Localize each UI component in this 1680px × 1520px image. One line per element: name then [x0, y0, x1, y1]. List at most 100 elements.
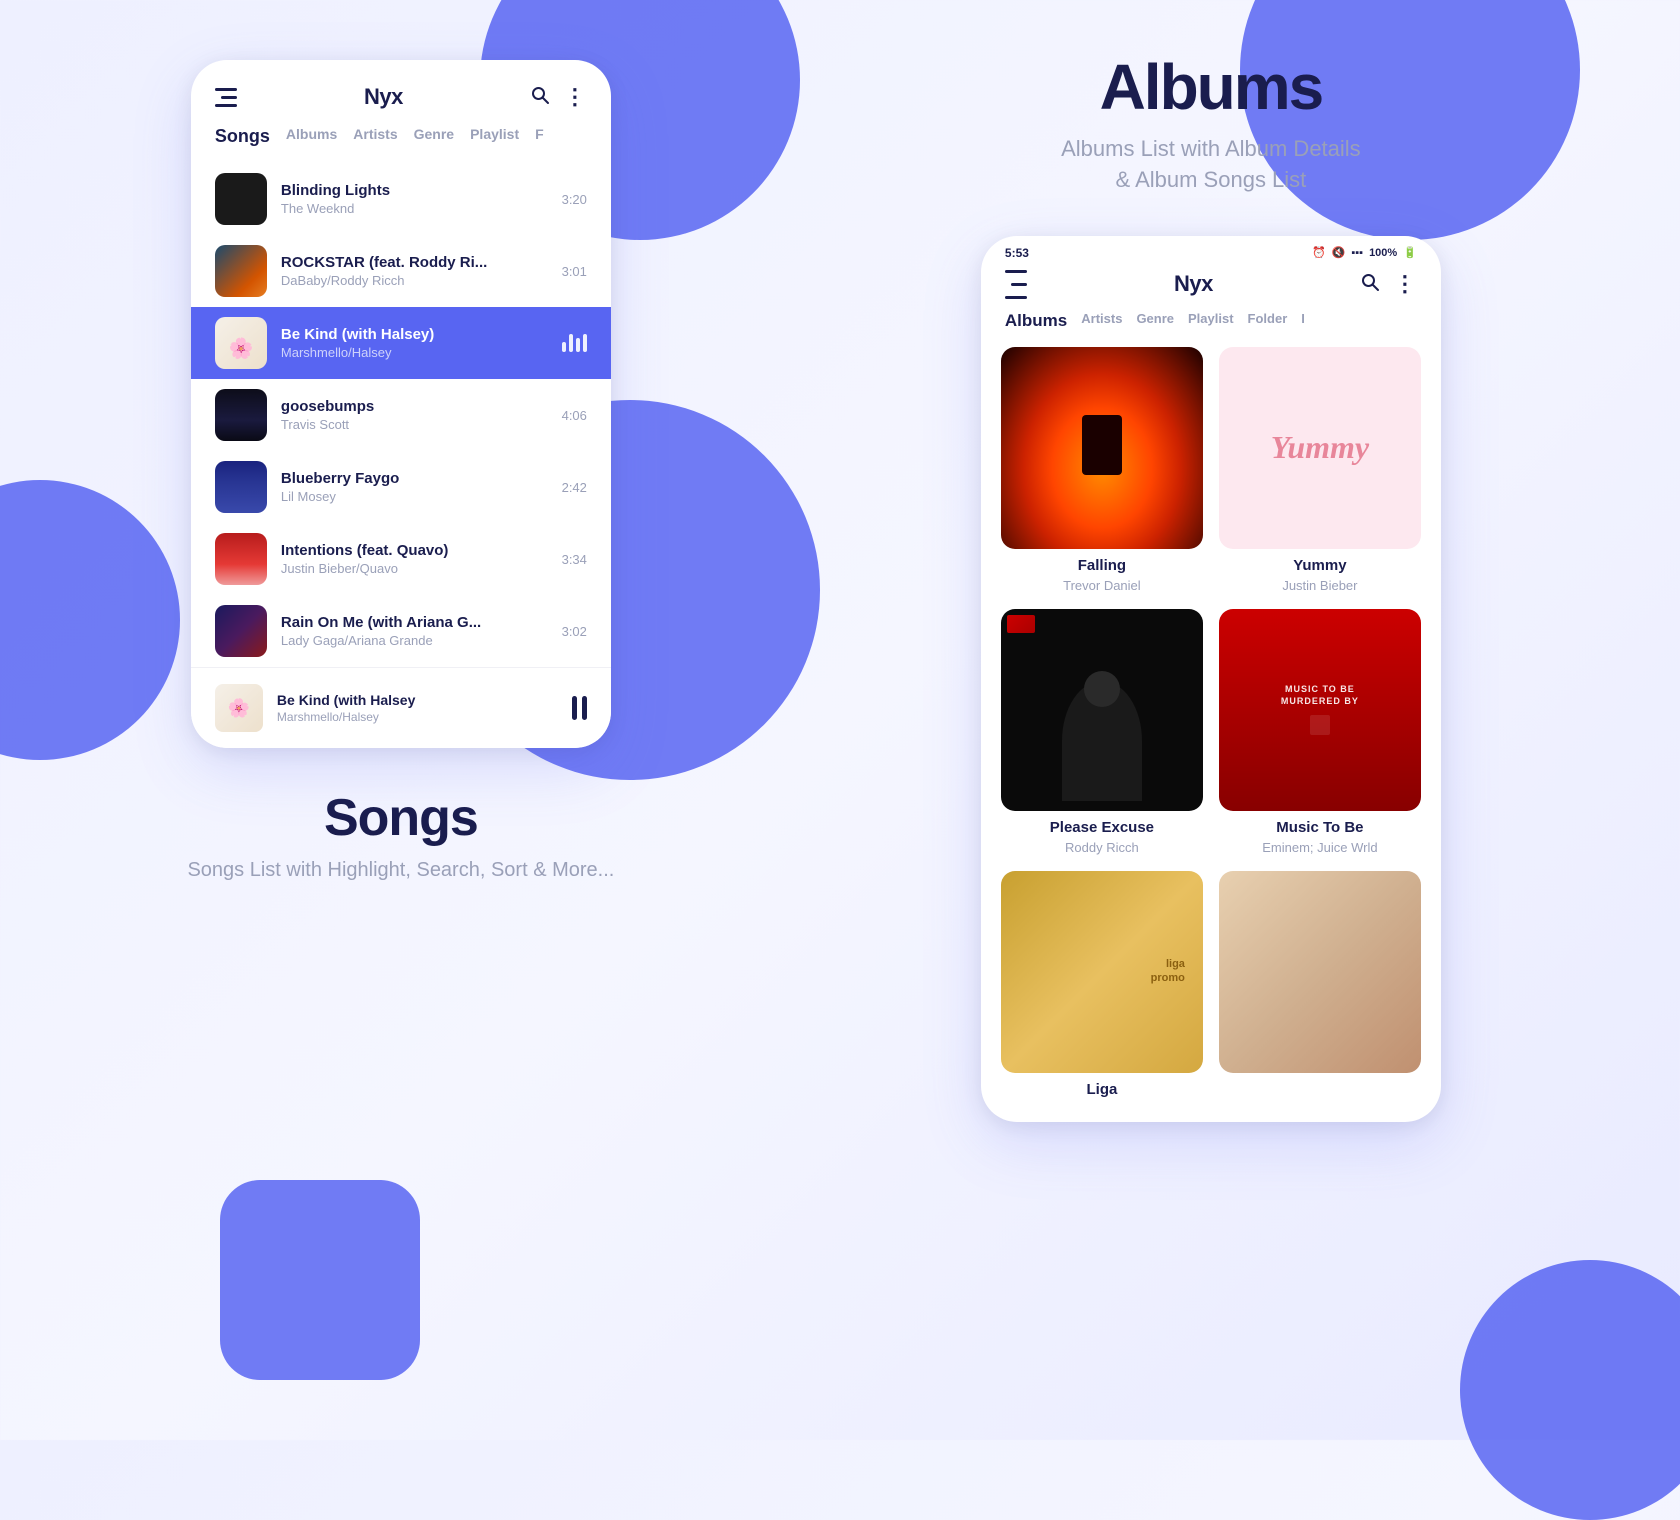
song-info: Blueberry Faygo Lil Mosey — [281, 470, 548, 504]
album-card-music-to-be[interactable]: MUSIC TO BEMURDERED BY Music To Be Emine… — [1219, 609, 1421, 855]
pause-button[interactable] — [572, 696, 587, 720]
song-artist: Justin Bieber/Quavo — [281, 561, 548, 576]
song-item[interactable]: Blueberry Faygo Lil Mosey 2:42 — [191, 451, 611, 523]
album-grid: Falling Trevor Daniel Yummy Yummy Justin… — [981, 347, 1441, 1122]
more-icon[interactable]: ⋮ — [564, 84, 587, 110]
song-info: Rain On Me (with Ariana G... Lady Gaga/A… — [281, 614, 548, 648]
album-cover-please-excuse — [1001, 609, 1203, 811]
song-art-bekind: 🌸 — [215, 317, 267, 369]
song-info: goosebumps Travis Scott — [281, 398, 548, 432]
song-duration: 4:06 — [562, 408, 587, 423]
album-card-falling[interactable]: Falling Trevor Daniel — [1001, 347, 1203, 593]
song-duration: 3:20 — [562, 192, 587, 207]
song-name: Be Kind (with Halsey) — [281, 326, 548, 343]
songs-phone-mockup: Nyx ⋮ Songs Albums Artists Genre — [191, 60, 611, 748]
song-art-blinding-lights — [215, 173, 267, 225]
explicit-badge — [1310, 715, 1330, 735]
song-art-blueberry — [215, 461, 267, 513]
album-cover-falling — [1001, 347, 1203, 549]
song-item[interactable]: Rain On Me (with Ariana G... Lady Gaga/A… — [191, 595, 611, 667]
mini-player-info: Be Kind (with Halsey Marshmello/Halsey — [277, 692, 558, 724]
tab-albums-active[interactable]: Albums — [1005, 311, 1067, 331]
status-icons: ⏰ 🔇 ▪▪▪ 100% 🔋 — [1312, 246, 1417, 259]
hamburger-icon-albums[interactable] — [1005, 270, 1027, 299]
album-artist: Roddy Ricch — [1001, 840, 1203, 855]
battery-status: 100% — [1369, 247, 1397, 259]
song-item[interactable]: Blinding Lights The Weeknd 3:20 — [191, 163, 611, 235]
albums-panel: Albums Albums List with Album Details& A… — [802, 40, 1620, 1122]
song-duration: 3:01 — [562, 264, 587, 279]
song-name: Intentions (feat. Quavo) — [281, 542, 548, 559]
album-cover-unknown — [1219, 871, 1421, 1073]
alarm-icon: ⏰ — [1312, 246, 1326, 259]
album-card-yummy[interactable]: Yummy Yummy Justin Bieber — [1219, 347, 1421, 593]
mini-player-name: Be Kind (with Halsey — [277, 692, 558, 708]
albums-app-title: Nyx — [1174, 271, 1213, 297]
mini-player: 🌸 Be Kind (with Halsey Marshmello/Halsey — [191, 667, 611, 748]
albums-title: Albums — [1061, 50, 1361, 124]
tab-genre[interactable]: Genre — [414, 126, 454, 147]
album-figure — [1062, 681, 1142, 801]
song-art-rockstar — [215, 245, 267, 297]
songs-title: Songs — [187, 788, 614, 848]
album-artist: Eminem; Juice Wrld — [1219, 840, 1421, 855]
song-name: Rain On Me (with Ariana G... — [281, 614, 548, 631]
albums-subtitle: Albums List with Album Details& Album So… — [1061, 134, 1361, 196]
signal-icon: ▪▪▪ — [1351, 247, 1363, 259]
app-title: Nyx — [364, 84, 403, 110]
tab-albums[interactable]: Albums — [286, 126, 337, 147]
album-card-unknown[interactable] — [1219, 871, 1421, 1102]
tab-songs[interactable]: Songs — [215, 126, 270, 147]
tab-more[interactable]: F — [535, 126, 544, 147]
album-name: Falling — [1001, 557, 1203, 574]
album-card-please-excuse[interactable]: Please Excuse Roddy Ricch — [1001, 609, 1203, 855]
album-cover-yummy: Yummy — [1219, 347, 1421, 549]
song-item[interactable]: ROCKSTAR (feat. Roddy Ri... DaBaby/Roddy… — [191, 235, 611, 307]
phone-actions: ⋮ — [530, 84, 587, 110]
mini-player-artist: Marshmello/Halsey — [277, 710, 558, 724]
song-duration: 2:42 — [562, 480, 587, 495]
tab-folder-albums[interactable]: Folder — [1248, 311, 1288, 331]
albums-nav-tabs: Albums Artists Genre Playlist Folder I — [981, 311, 1441, 347]
song-item[interactable]: Intentions (feat. Quavo) Justin Bieber/Q… — [191, 523, 611, 595]
song-duration: 3:02 — [562, 624, 587, 639]
album-name: Music To Be — [1219, 819, 1421, 836]
song-artist: Marshmello/Halsey — [281, 345, 548, 360]
song-item-active[interactable]: 🌸 Be Kind (with Halsey) Marshmello/Halse… — [191, 307, 611, 379]
song-name: Blueberry Faygo — [281, 470, 548, 487]
song-duration: 3:34 — [562, 552, 587, 567]
status-time: 5:53 — [1005, 246, 1029, 260]
albums-phone-mockup: 5:53 ⏰ 🔇 ▪▪▪ 100% 🔋 Nyx — [981, 236, 1441, 1122]
song-info: Intentions (feat. Quavo) Justin Bieber/Q… — [281, 542, 548, 576]
search-icon[interactable] — [530, 85, 550, 110]
status-bar: 5:53 ⏰ 🔇 ▪▪▪ 100% 🔋 — [981, 236, 1441, 266]
tab-artists[interactable]: Artists — [353, 126, 397, 147]
song-artist: The Weeknd — [281, 201, 548, 216]
album-card-liga[interactable]: ligapromo Liga — [1001, 871, 1203, 1102]
album-name: Liga — [1001, 1081, 1203, 1098]
song-artist: Travis Scott — [281, 417, 548, 432]
albums-search-icon[interactable] — [1360, 272, 1380, 297]
song-art-rainonme — [215, 605, 267, 657]
song-artist: DaBaby/Roddy Ricch — [281, 273, 548, 288]
tab-playlist-albums[interactable]: Playlist — [1188, 311, 1234, 331]
albums-more-icon[interactable]: ⋮ — [1394, 271, 1417, 297]
tab-more-albums[interactable]: I — [1301, 311, 1305, 331]
tab-artists-albums[interactable]: Artists — [1081, 311, 1122, 331]
album-cover-liga: ligapromo — [1001, 871, 1203, 1073]
album-artist: Trevor Daniel — [1001, 578, 1203, 593]
hamburger-icon[interactable] — [215, 88, 237, 107]
mini-player-art: 🌸 — [215, 684, 263, 732]
mute-icon: 🔇 — [1332, 246, 1346, 259]
songs-nav-tabs: Songs Albums Artists Genre Playlist F — [191, 126, 611, 163]
song-artist: Lady Gaga/Ariana Grande — [281, 633, 548, 648]
albums-phone-header: Nyx ⋮ — [981, 266, 1441, 311]
song-info: Blinding Lights The Weeknd — [281, 182, 548, 216]
albums-header: Albums Albums List with Album Details& A… — [1061, 50, 1361, 196]
phone-header: Nyx ⋮ — [191, 84, 611, 126]
song-item[interactable]: goosebumps Travis Scott 4:06 — [191, 379, 611, 451]
songs-subtitle: Songs List with Highlight, Search, Sort … — [187, 856, 614, 884]
tab-genre-albums[interactable]: Genre — [1136, 311, 1174, 331]
tab-playlist[interactable]: Playlist — [470, 126, 519, 147]
song-info: Be Kind (with Halsey) Marshmello/Halsey — [281, 326, 548, 360]
